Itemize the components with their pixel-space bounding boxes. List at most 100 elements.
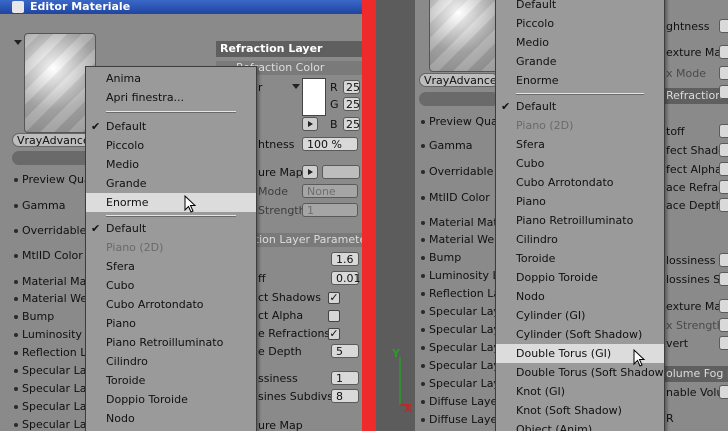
channel-item[interactable]: Material Matt — [14, 274, 95, 290]
menu-item[interactable]: ✔ Default — [86, 219, 256, 238]
brightness-field[interactable]: 100 % — [302, 137, 358, 151]
menu-item[interactable]: Object (Anim) — [496, 420, 664, 431]
menu-item-label: Default — [516, 100, 557, 113]
menu-item[interactable]: ✔ Default — [86, 117, 256, 136]
menu-item[interactable]: Piccolo — [86, 136, 256, 155]
texture-play-button[interactable] — [302, 165, 318, 179]
channel-item[interactable]: Gamma — [14, 198, 65, 214]
texture-map-field[interactable] — [322, 165, 360, 179]
param-field[interactable] — [719, 253, 728, 267]
rgb-channel-field[interactable]: 25 — [343, 80, 360, 94]
channel-item[interactable]: Preview Qua — [14, 172, 91, 188]
param-checkbox[interactable]: ✓ — [328, 328, 340, 340]
channel-item[interactable]: Overridable — [14, 223, 86, 239]
param-field[interactable]: 1.6 — [331, 252, 359, 266]
menu-item[interactable]: Apri finestra... — [86, 88, 256, 107]
param-field[interactable] — [719, 385, 728, 399]
menu-item[interactable]: Medio — [496, 33, 664, 52]
channel-item[interactable]: Gamma — [421, 138, 472, 154]
channel-item[interactable]: Specular Laye — [421, 340, 507, 356]
menu-item[interactable]: Sfera — [496, 135, 664, 154]
channel-item[interactable]: Reflection Lay — [421, 286, 507, 302]
bullet-icon — [14, 254, 18, 258]
menu-item[interactable]: Grande — [496, 52, 664, 71]
menu-item[interactable]: Cubo Arrotondato — [496, 173, 664, 192]
menu-item[interactable]: Toroide — [496, 249, 664, 268]
channel-item[interactable]: Preview Quali — [421, 114, 504, 130]
channel-item[interactable]: Overridable — [421, 164, 493, 180]
menu-item[interactable]: Cubo Arrotondato — [86, 295, 256, 314]
menu-item[interactable]: Cylinder (GI) — [496, 306, 664, 325]
channel-item[interactable]: Bump — [421, 250, 461, 266]
color-mode-chevron-icon[interactable] — [292, 84, 300, 89]
menu-item[interactable]: Piano Retroilluminato — [86, 333, 256, 352]
menu-item[interactable]: Sfera — [86, 257, 256, 276]
channel-item[interactable]: Specular Laye — [421, 304, 507, 320]
param-field[interactable] — [719, 162, 728, 176]
color-swatch[interactable] — [302, 78, 326, 116]
param-field[interactable] — [719, 19, 728, 33]
menu-item[interactable]: Piano — [496, 192, 664, 211]
menu-item[interactable]: Doppio Toroide — [496, 268, 664, 287]
menu-item[interactable]: Cylinder (Soft Shadow) — [496, 325, 664, 344]
param-field[interactable]: 8 — [331, 389, 359, 403]
channel-item[interactable]: Bump — [14, 309, 54, 325]
channel-item[interactable]: Diffuse Layer — [421, 412, 502, 428]
param-field[interactable] — [719, 66, 728, 80]
param-checkbox[interactable]: ✓ — [328, 292, 340, 304]
param-field[interactable] — [719, 45, 728, 59]
channel-item[interactable]: MtlID Color — [421, 190, 490, 206]
param-field[interactable] — [719, 272, 728, 286]
rgb-channel-field[interactable]: 25 — [343, 97, 360, 111]
menu-item[interactable]: Enorme — [496, 71, 664, 90]
menu-item[interactable]: Default — [496, 0, 664, 14]
strength-field[interactable]: 1 — [302, 203, 358, 217]
menu-item[interactable]: Grande — [86, 174, 256, 193]
channel-item[interactable]: Reflection La — [14, 345, 93, 361]
menu-item[interactable]: Knot (Soft Shadow) — [496, 401, 664, 420]
channel-item[interactable]: Specular Laye — [421, 322, 507, 338]
param-field[interactable] — [719, 299, 728, 313]
param-field[interactable] — [719, 198, 728, 212]
menu-item[interactable]: Nodo — [86, 409, 256, 428]
param-field[interactable] — [719, 124, 728, 138]
menu-item[interactable]: ✔ Default — [496, 97, 664, 116]
param-field[interactable] — [719, 336, 728, 350]
param-field[interactable]: 0.01 — [331, 271, 361, 285]
channel-item[interactable]: Specular Lay — [14, 363, 93, 379]
param-field[interactable] — [719, 180, 728, 194]
channel-item[interactable]: Specular Laye — [421, 358, 507, 374]
menu-item[interactable]: Piano — [86, 314, 256, 333]
mode-select[interactable]: None — [302, 184, 358, 198]
channel-item[interactable]: Specular Laye — [421, 376, 507, 392]
menu-item[interactable]: Cilindro — [496, 230, 664, 249]
param-field[interactable]: 1 — [331, 371, 359, 385]
menu-item[interactable]: Nodo — [496, 287, 664, 306]
menu-item[interactable]: Cubo — [86, 276, 256, 295]
param-checkbox[interactable] — [328, 310, 340, 322]
channel-item[interactable]: Diffuse Layer — [421, 394, 502, 410]
menu-item[interactable]: Medio — [86, 155, 256, 174]
menu-item[interactable]: Cilindro — [86, 352, 256, 371]
menu-item-highlighted[interactable]: Enorme — [86, 193, 256, 212]
param-field[interactable] — [719, 85, 728, 99]
rgb-channel-field[interactable]: 25 — [343, 117, 360, 131]
menu-item[interactable]: Anima — [86, 69, 256, 88]
menu-item[interactable]: Cubo — [496, 154, 664, 173]
menu-item[interactable]: Piccolo — [496, 14, 664, 33]
menu-item[interactable]: Toroide — [86, 371, 256, 390]
param-field[interactable]: 5 — [331, 344, 359, 358]
menu-item[interactable]: Piano Retroilluminato — [496, 211, 664, 230]
param-field[interactable] — [719, 143, 728, 157]
menu-item[interactable]: Doppio Toroide — [86, 390, 256, 409]
channel-item[interactable]: Specular Lay — [14, 381, 93, 397]
play-button[interactable] — [302, 117, 318, 131]
menu-item[interactable]: Knot (GI) — [496, 382, 664, 401]
preview-menu-chevron-icon[interactable] — [14, 40, 22, 45]
material-preview[interactable] — [429, 0, 501, 72]
channel-item[interactable]: Specular Lay — [14, 399, 93, 415]
material-name-field[interactable]: VrayAdvanced — [419, 73, 504, 87]
channel-item[interactable]: MtlID Color — [14, 248, 83, 264]
param-field[interactable] — [719, 318, 728, 332]
channel-item[interactable]: Specular Lay — [14, 417, 93, 431]
